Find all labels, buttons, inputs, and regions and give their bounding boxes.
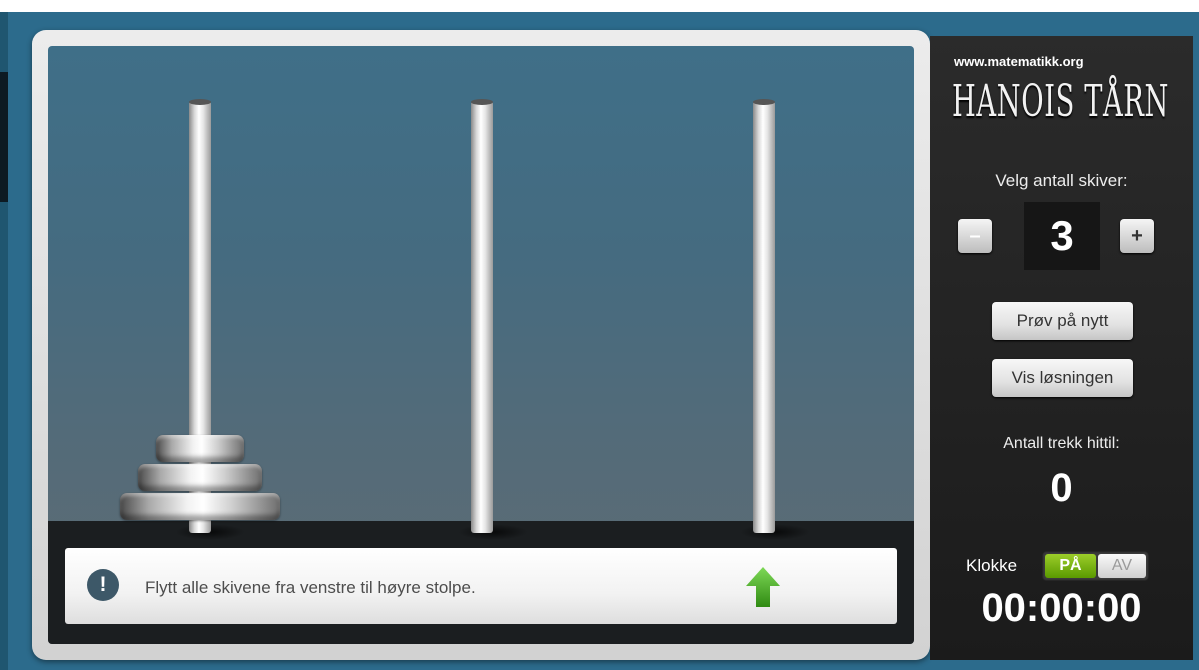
peg-shadow-right	[740, 524, 810, 540]
clock-label: Klokke	[966, 556, 1018, 575]
top-strip	[0, 0, 1199, 12]
clock-on-option[interactable]: PÅ	[1045, 554, 1096, 578]
game-scene: ! Flytt alle skivene fra venstre til høy…	[48, 46, 914, 644]
moves-label: Antall trekk hittil:	[1003, 435, 1120, 452]
peg-right[interactable]	[753, 99, 775, 533]
clock-time: 00:00:00	[981, 586, 1142, 630]
info-icon: !	[87, 569, 119, 601]
peg-middle[interactable]	[471, 99, 493, 533]
disk-1[interactable]	[156, 435, 244, 462]
peg-shadow-middle	[458, 524, 528, 540]
logo: HANOIS TÅRN	[952, 76, 1169, 127]
message-text: Flytt alle skivene fra venstre til høyre…	[145, 578, 476, 597]
disk-3[interactable]	[120, 493, 280, 520]
clock-off-option[interactable]: AV	[1098, 554, 1146, 578]
retry-button[interactable]: Prøv på nytt	[992, 302, 1133, 340]
control-panel: www.matematikk.org HANOIS TÅRN Velg anta…	[930, 36, 1193, 660]
disk-2[interactable]	[138, 464, 262, 491]
message-bar: ! Flytt alle skivene fra venstre til høy…	[65, 548, 897, 624]
clock-toggle[interactable]: PÅ AV	[1042, 551, 1149, 581]
choose-disks-label: Velg antall skiver:	[995, 171, 1128, 190]
disk-count: 3	[1024, 202, 1100, 270]
site-url[interactable]: www.matematikk.org	[954, 54, 1084, 69]
decrease-disks-button[interactable]: –	[958, 219, 992, 253]
game-frame: ! Flytt alle skivene fra venstre til høy…	[32, 30, 930, 660]
moves-count: 0	[1050, 466, 1073, 510]
left-edge	[0, 12, 8, 670]
left-edge-dark	[0, 72, 8, 202]
up-arrow-icon[interactable]	[745, 566, 781, 608]
increase-disks-button[interactable]: +	[1120, 219, 1154, 253]
show-solution-button[interactable]: Vis løsningen	[992, 359, 1133, 397]
